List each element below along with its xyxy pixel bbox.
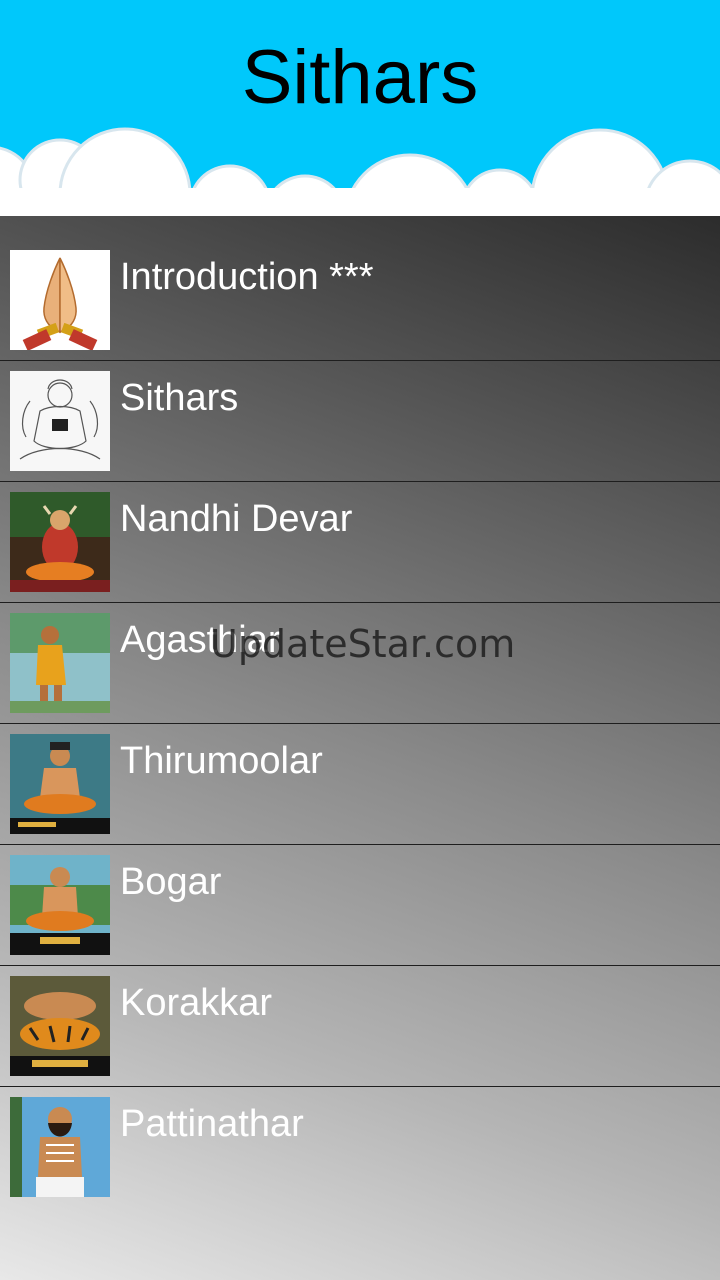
list-item-label: Pattinathar [120, 1103, 304, 1145]
pattinathar-image [10, 1097, 110, 1197]
list-item-bogar[interactable]: Bogar [0, 845, 720, 966]
bogar-image [10, 855, 110, 955]
list-item-thirumoolar[interactable]: Thirumoolar [0, 724, 720, 845]
sithar-sketch-icon [10, 371, 110, 471]
page-title: Sithars [241, 35, 479, 120]
list-item-label: Sithars [120, 377, 239, 419]
nandhi-devar-image [10, 492, 110, 592]
agasthiar-image [10, 613, 110, 713]
praying-hands-icon [10, 250, 110, 350]
list-item-label: Bogar [120, 861, 222, 903]
watermark: UpdateStar.com [210, 622, 516, 666]
list-item-label: Thirumoolar [120, 740, 323, 782]
korakkar-image [10, 976, 110, 1076]
list-item-label: Nandhi Devar [120, 498, 353, 540]
list-item-label: Introduction *** [120, 256, 374, 298]
list-item-sithars[interactable]: Sithars [0, 361, 720, 482]
app-header: Sithars [0, 0, 720, 216]
list-item-nandhi-devar[interactable]: Nandhi Devar [0, 482, 720, 603]
list-item-korakkar[interactable]: Korakkar [0, 966, 720, 1087]
sithars-list: Introduction *** Sithars Nandhi Devar Ag… [0, 216, 720, 1280]
list-item-introduction[interactable]: Introduction *** [0, 240, 720, 361]
list-item-pattinathar[interactable]: Pattinathar [0, 1087, 720, 1208]
clouds-decoration [0, 127, 720, 216]
list-item-label: Korakkar [120, 982, 273, 1024]
thirumoolar-image [10, 734, 110, 834]
